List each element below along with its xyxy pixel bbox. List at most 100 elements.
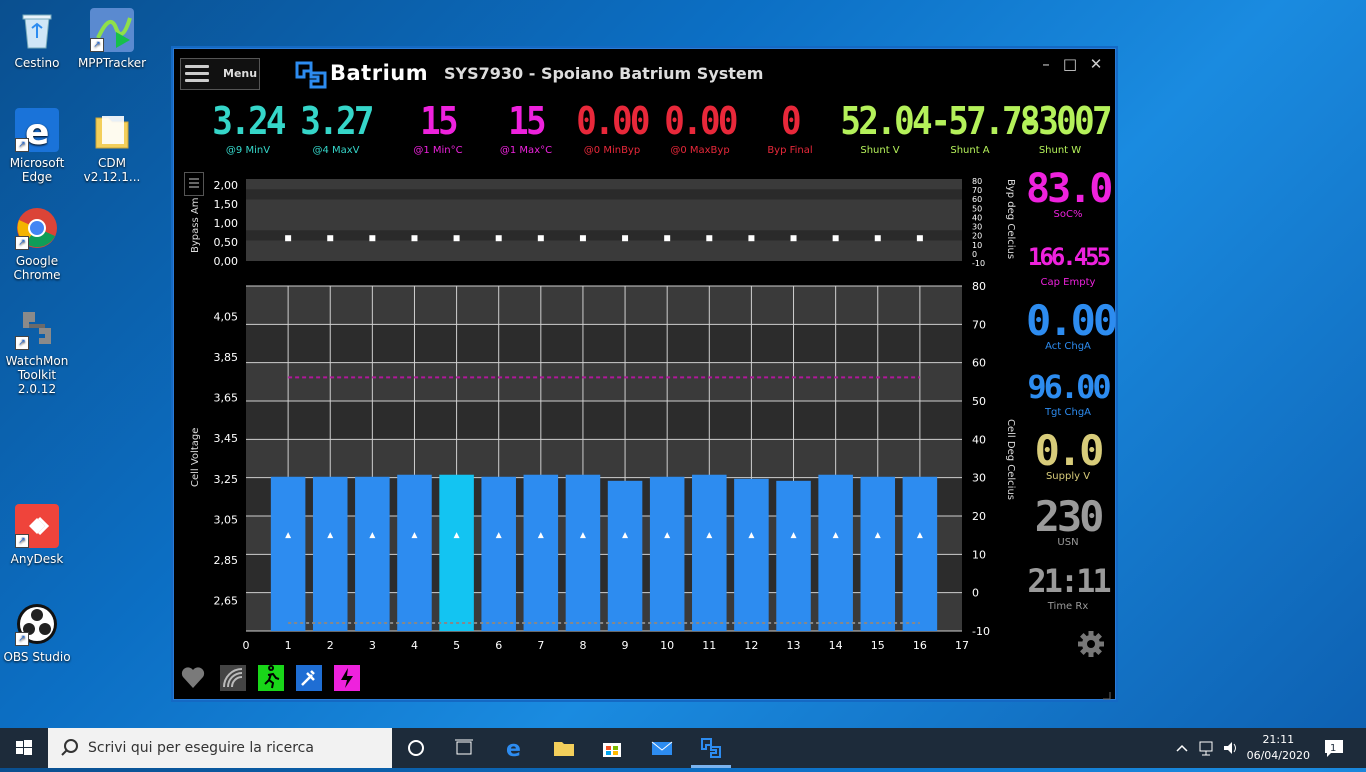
voltage-x-tick: 8 <box>579 639 586 652</box>
voltage-x-tick: 12 <box>744 639 758 652</box>
search-box[interactable]: Scrivi qui per eseguire la ricerca <box>48 728 392 768</box>
voltage-band <box>246 324 962 363</box>
desktop-icon-label: OBS Studio <box>3 650 71 664</box>
voltage-x-tick: 15 <box>871 639 885 652</box>
voltage-bar <box>818 474 853 631</box>
voltage-y2-tick: 60 <box>972 357 986 370</box>
bypass-y2-tick: 30 <box>972 223 982 232</box>
bypass-y2-tick: 20 <box>972 232 982 241</box>
voltage-bar <box>481 476 516 631</box>
voltage-y-tick: 2,65 <box>214 595 239 608</box>
voltage-y-tick: 2,85 <box>214 554 239 567</box>
voltage-y-tick: 4,05 <box>214 310 239 323</box>
voltage-y-label: Cell Voltage <box>190 428 201 487</box>
voltage-x-tick: 13 <box>787 639 801 652</box>
file-explorer-icon[interactable] <box>552 736 576 760</box>
exit-run-icon[interactable] <box>258 665 284 691</box>
desktop-icon-label: Google Chrome <box>13 254 61 282</box>
mpptracker-icon: ↗ <box>90 8 134 52</box>
search-icon <box>61 739 78 756</box>
voltage-y2-tick: 70 <box>972 318 986 331</box>
voltage-bar <box>649 476 685 631</box>
voltage-bar <box>439 474 474 631</box>
batrium-window: Menu Batrium SYS7930 - Spoiano Batrium S… <box>173 48 1118 700</box>
chevron-up-icon[interactable] <box>1174 738 1190 762</box>
desktop-icon-recycle-bin[interactable]: Cestino <box>0 8 74 70</box>
voltage-bar <box>355 476 390 631</box>
bypass-point <box>537 235 544 242</box>
bypass-y-tick: 0,00 <box>214 255 239 268</box>
bypass-y2-tick: 40 <box>972 213 982 222</box>
resize-grip-icon[interactable] <box>1101 685 1111 700</box>
bypass-y2-tick: 80 <box>972 177 982 186</box>
bypass-point <box>622 235 629 242</box>
voltage-y-tick: 3,85 <box>214 351 239 364</box>
voltage-bar <box>902 476 938 631</box>
clock-date: 06/04/2020 <box>1246 749 1310 762</box>
recycle-bin-icon <box>15 8 59 52</box>
bypass-y2-tick: -10 <box>972 259 985 268</box>
lightning-icon[interactable] <box>334 665 360 691</box>
desktop-icon-cdm[interactable]: CDM v2.12.1... <box>75 108 149 184</box>
settings-gear-icon[interactable] <box>1076 629 1106 659</box>
bypass-y2-tick: 60 <box>972 195 982 204</box>
signal-icon[interactable] <box>220 665 246 691</box>
voltage-y-tick: 3,25 <box>214 473 239 486</box>
list-icon[interactable] <box>184 172 204 196</box>
bypass-y2-tick: 10 <box>972 241 982 250</box>
desktop-icon-anydesk[interactable]: ↗ AnyDesk <box>0 504 74 566</box>
notification-icon[interactable]: 1 <box>1322 736 1346 760</box>
bypass-point <box>916 235 923 242</box>
task-view-icon[interactable] <box>452 736 476 760</box>
bypass-point <box>579 235 586 242</box>
bypass-point <box>327 235 334 242</box>
bypass-y2-tick: 0 <box>972 250 977 259</box>
store-icon[interactable] <box>600 736 624 760</box>
bypass-y-tick: 1,50 <box>214 198 239 211</box>
desktop-icon-obs[interactable]: ↗ OBS Studio <box>0 602 74 664</box>
voltage-y2-tick: 30 <box>972 472 986 485</box>
start-button[interactable] <box>0 728 48 768</box>
voltage-bar <box>734 478 769 631</box>
voltage-x-tick: 1 <box>285 639 292 652</box>
bypass-point <box>748 235 755 242</box>
chrome-icon: ↗ <box>15 206 59 250</box>
bypass-point <box>453 235 460 242</box>
voltage-bar <box>607 480 643 631</box>
bypass-point <box>664 235 671 242</box>
plug-icon[interactable] <box>296 665 322 691</box>
voltage-x-tick: 4 <box>411 639 418 652</box>
batrium-taskbar-icon[interactable] <box>699 736 723 760</box>
bypass-y-tick: 0,50 <box>214 236 239 249</box>
bypass-y-tick: 2,00 <box>214 179 239 192</box>
desktop-icon-watchmon[interactable]: ↗ WatchMon Toolkit 2.0.12 <box>0 306 74 396</box>
heart-icon[interactable] <box>180 665 206 691</box>
voltage-y2-tick: 0 <box>972 587 979 600</box>
voltage-bar <box>523 474 559 631</box>
mail-icon[interactable] <box>650 736 674 760</box>
voltage-x-tick: 3 <box>369 639 376 652</box>
desktop-icon-label: AnyDesk <box>10 552 64 566</box>
volume-icon[interactable] <box>1222 738 1240 762</box>
network-icon[interactable] <box>1198 738 1216 762</box>
voltage-band <box>246 477 962 516</box>
voltage-y-tick: 3,05 <box>214 513 239 526</box>
voltage-x-tick: 11 <box>702 639 716 652</box>
desktop-icon-label: MPPTracker <box>77 56 147 70</box>
desktop-icon-mpptracker[interactable]: ↗ MPPTracker <box>75 8 149 70</box>
voltage-x-tick: 5 <box>453 639 460 652</box>
bypass-point <box>706 235 713 242</box>
desktop-icon-label: Microsoft Edge <box>9 156 65 184</box>
voltage-x-tick: 9 <box>622 639 629 652</box>
bypass-y-label: Bypass Am <box>190 198 201 253</box>
voltage-bar <box>312 476 348 631</box>
cortana-icon[interactable] <box>404 736 428 760</box>
edge-taskbar-icon[interactable]: e <box>503 736 527 762</box>
voltage-y2-tick: -10 <box>972 625 990 638</box>
clock[interactable]: 21:11 06/04/2020 <box>1247 732 1310 764</box>
bypass-point <box>874 235 881 242</box>
voltage-x-tick: 10 <box>660 639 674 652</box>
desktop-icon-chrome[interactable]: ↗ Google Chrome <box>0 206 74 282</box>
clock-time: 21:11 <box>1262 733 1295 746</box>
desktop-icon-edge[interactable]: e ↗ Microsoft Edge <box>0 108 74 184</box>
